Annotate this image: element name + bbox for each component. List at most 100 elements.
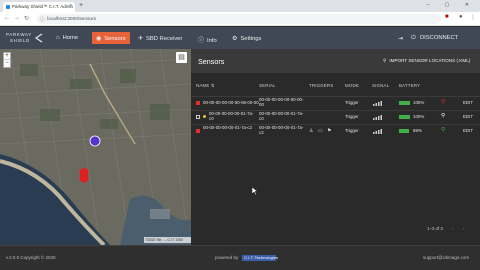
logo-line1: PARKWAY — [6, 32, 32, 37]
nav-info[interactable]: ⓘ Info — [194, 32, 221, 44]
row-checkbox[interactable] — [196, 114, 200, 119]
sensor-name: 00-00-00-00-00-01-7a-c2 — [203, 125, 253, 130]
sensor-serial: 00-00-00-00-00-01-7a-c2 — [259, 125, 304, 135]
signal-icon — [373, 129, 382, 134]
row-checkbox[interactable] — [196, 100, 200, 105]
sensors-panel: Sensors ⚲ IMPORT SENSOR LOCATIONS (.KML) … — [191, 49, 480, 245]
address-bar[interactable]: ⓘ localhost:3000/sensors — [37, 14, 441, 24]
table-row[interactable]: 00-00-00-00-00-01-7a-c2 00-00-00-00-00-0… — [191, 124, 480, 137]
col-battery[interactable]: BATTERY — [399, 83, 420, 88]
back-icon[interactable]: ← — [4, 15, 10, 21]
row-checkbox[interactable] — [196, 128, 200, 133]
nav-home[interactable]: ⌂ Home — [52, 32, 82, 44]
logo-line2: SHIELD — [10, 38, 30, 43]
nav-settings-label: Settings — [240, 36, 262, 42]
nav-settings[interactable]: ⚙ Settings — [228, 32, 265, 44]
battery-value: 100% — [413, 100, 425, 105]
col-name-label: NAME — [196, 83, 210, 88]
sensor-mode: Trigger — [345, 100, 359, 105]
sensor-serial: 00-00-00-00-00-00-00-00 — [259, 97, 304, 107]
battery-bar — [399, 101, 410, 105]
status-dot-icon — [203, 115, 206, 118]
support-email-link[interactable]: support@citimage.com — [423, 255, 469, 260]
powered-by-label: powered by — [215, 255, 239, 261]
zoom-in-button[interactable]: + — [4, 53, 10, 60]
menu-icon[interactable]: ⋮ — [470, 14, 476, 21]
powered-by: powered by C.I.T. Technologies — [215, 255, 278, 261]
nav-sensors[interactable]: ◉ Sensors — [92, 32, 130, 44]
battery-bar — [399, 129, 409, 133]
prev-page-icon[interactable]: ‹ — [452, 226, 453, 231]
app-footer: v.2.0.0 Copyright © 2020 powered by C.I.T… — [0, 245, 480, 270]
col-serial[interactable]: SERIAL — [259, 83, 276, 88]
sensors-panel-header: Sensors ⚲ IMPORT SENSOR LOCATIONS (.KML) — [191, 49, 480, 73]
sensor-mode: Trigger — [345, 114, 359, 119]
edit-button[interactable]: EDIT — [463, 114, 473, 119]
receiver-icon: ✈ — [138, 36, 144, 42]
layers-icon[interactable]: ▤ — [176, 52, 187, 63]
col-signal[interactable]: SIGNAL — [372, 83, 389, 88]
favicon-icon — [6, 5, 10, 9]
nav-sensors-label: Sensors — [104, 36, 126, 42]
exit-icon: ⇥ — [398, 36, 404, 42]
close-tab-icon[interactable]: × — [69, 3, 72, 9]
trigger-icons: ♙ ▭ ⚑ — [309, 128, 333, 134]
site-info-icon[interactable]: ⓘ — [40, 16, 45, 23]
edit-button[interactable]: EDIT — [463, 100, 473, 105]
next-page-icon[interactable]: › — [463, 226, 464, 231]
version-copyright: v.2.0.0 Copyright © 2020 — [6, 255, 56, 260]
mouse-cursor-icon — [252, 187, 258, 195]
logo: PARKWAY SHIELD — [4, 31, 46, 45]
sensor-serial: 00-00-00-00-00-01-7a-c0 — [259, 111, 304, 121]
window-controls[interactable]: – ▢ ✕ — [427, 2, 476, 8]
table-row[interactable]: 00-00-00-00-00-01-7a-c0 00-00-00-00-00-0… — [191, 110, 480, 123]
pagination-label: 1–3 of 3 — [427, 226, 443, 231]
nav-info-label: Info — [207, 38, 217, 44]
map-attribution: ©2020 Tile, ..., C.I.T. 1000 — [144, 237, 191, 243]
import-kml-button[interactable]: ⚲ IMPORT SENSOR LOCATIONS (.KML) — [383, 58, 470, 64]
edit-button[interactable]: EDIT — [463, 128, 473, 133]
battery-value: 100% — [413, 114, 425, 119]
gear-icon: ⚙ — [232, 36, 238, 42]
battery-bar — [399, 115, 410, 119]
signal-icon — [373, 101, 382, 106]
battery-value: 88% — [413, 128, 422, 133]
zoom-out-button[interactable]: − — [4, 60, 10, 67]
table-row[interactable]: 00-00-00-00-00-00-06-00-00 00-00-00-00-0… — [191, 96, 480, 109]
sort-icon: ⇅ — [210, 83, 215, 88]
browser-tab-title: Parkway Shield™ C.I.T. Admin — [12, 4, 74, 9]
app-header: PARKWAY SHIELD ⌂ Home ◉ Sensors ✈ SBD Recei… — [0, 27, 480, 49]
signal-icon — [373, 115, 382, 120]
browser-tab[interactable]: Parkway Shield™ C.I.T. Admin × — [3, 2, 75, 12]
brand-logo: C.I.T. Technologies — [242, 255, 278, 261]
profile-icon[interactable]: ● — [459, 14, 463, 20]
logo-mark-icon — [34, 33, 43, 43]
browser-toolbar: ← → ↻ ⓘ localhost:3000/sensors ■ ● ⋮ — [0, 12, 480, 26]
browser-tabstrip: Parkway Shield™ C.I.T. Admin × + – ▢ ✕ — [0, 0, 480, 12]
col-name[interactable]: NAME ⇅ — [196, 83, 215, 89]
sensors-icon: ◉ — [96, 36, 102, 42]
extension-icon[interactable]: ■ — [445, 14, 449, 20]
zoom-control: + − — [3, 52, 11, 68]
sensor-name: 00-00-00-00-00-01-7a-c0 — [209, 111, 254, 121]
forward-icon[interactable]: → — [14, 15, 20, 21]
locate-pin-icon[interactable]: ⚲ — [441, 127, 445, 133]
import-kml-label: IMPORT SENSOR LOCATIONS (.KML) — [389, 58, 471, 63]
pagination: 1–3 of 3 ‹ › — [427, 226, 464, 231]
new-tab-button[interactable]: + — [79, 2, 83, 10]
satellite-map-image — [0, 49, 191, 245]
nav-sbd-receiver[interactable]: ✈ SBD Receiver — [134, 32, 186, 44]
locate-pin-icon[interactable]: ⚲ — [441, 113, 445, 119]
disconnect-label: DISCONNECT — [420, 35, 459, 41]
locate-pin-icon[interactable]: ⚲ — [441, 99, 445, 105]
home-icon: ⌂ — [56, 35, 60, 41]
nav-home-label: Home — [62, 35, 79, 41]
sensor-name: 00-00-00-00-00-00-06-00-00 — [203, 100, 259, 105]
col-mode[interactable]: MODE — [345, 83, 359, 88]
nav-sbd-receiver-label: SBD Receiver — [146, 36, 183, 42]
pin-icon: ⚲ — [383, 58, 387, 63]
sensor-mode: Trigger — [345, 128, 359, 133]
col-triggers[interactable]: TRIGGERS — [309, 83, 334, 88]
map-view[interactable]: + − ▤ ©2020 Tile, ..., C.I.T. 1000 — [0, 49, 191, 245]
reload-icon[interactable]: ↻ — [24, 15, 29, 22]
